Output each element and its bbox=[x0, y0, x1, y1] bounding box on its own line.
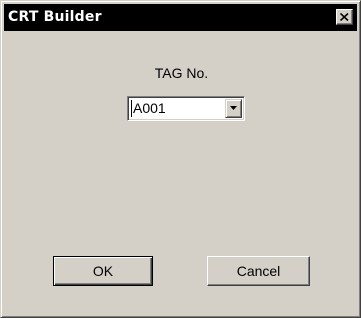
title-bar[interactable]: CRT Builder bbox=[4, 4, 357, 31]
crt-builder-dialog: CRT Builder TAG No. A001 OK Cancel bbox=[0, 0, 361, 318]
tag-no-value[interactable]: A001 bbox=[131, 100, 166, 117]
dropdown-button[interactable] bbox=[225, 99, 242, 118]
close-icon bbox=[340, 13, 349, 21]
close-button[interactable] bbox=[336, 9, 353, 25]
tag-no-label: TAG No. bbox=[154, 65, 209, 81]
tag-no-dropdown[interactable]: A001 bbox=[127, 96, 245, 121]
window-title: CRT Builder bbox=[8, 9, 102, 25]
chevron-down-icon bbox=[230, 106, 237, 110]
cancel-button[interactable]: Cancel bbox=[207, 256, 310, 286]
ok-button[interactable]: OK bbox=[53, 256, 153, 286]
